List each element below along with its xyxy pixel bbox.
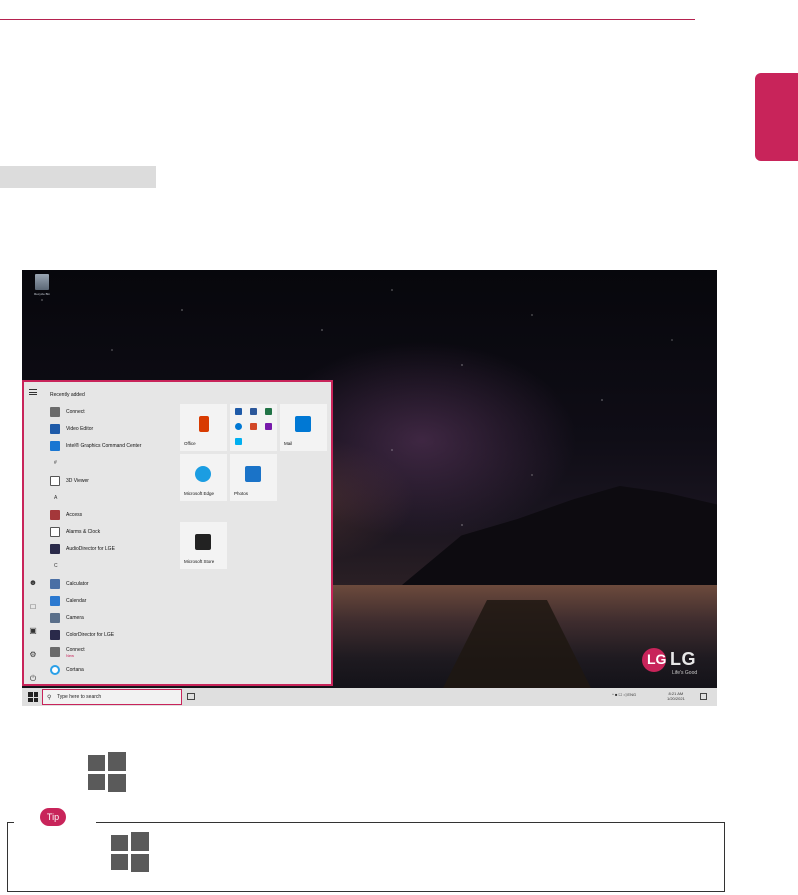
taskbar: ⚲ Type here to search ^ ■ ☐ ◁ ENG 8:21 A… [22, 688, 717, 706]
chapter-tab [755, 73, 798, 161]
tile-photos[interactable]: Photos [230, 454, 277, 501]
app-item-audiodirector[interactable]: AudioDirector for LGE [50, 541, 180, 558]
start-menu: ☻ □ ▣ ⚙ ⏻ Recently added Connect Video E… [22, 380, 333, 686]
section-letter-hash[interactable]: # [50, 455, 180, 472]
system-tray[interactable]: ^ ■ ☐ ◁ ENG [612, 692, 636, 697]
app-item-connect[interactable]: Connect [50, 403, 180, 420]
app-item-colordirector[interactable]: ColorDirector for LGE [50, 627, 180, 644]
power-icon[interactable]: ⏻ [28, 674, 38, 684]
camera-icon [50, 613, 60, 624]
documents-icon[interactable]: □ [28, 602, 38, 612]
hamburger-menu-icon[interactable] [29, 389, 37, 395]
app-item-alarms-clock[interactable]: Alarms & Clock [50, 524, 180, 541]
pictures-icon[interactable]: ▣ [28, 626, 38, 636]
skype-icon [235, 438, 242, 445]
app-item-cortana[interactable]: Cortana [50, 661, 180, 678]
recently-added-heading: Recently added [50, 391, 85, 398]
lg-tagline: Life's Good [672, 670, 698, 676]
start-menu-rail: ☻ □ ▣ ⚙ ⏻ [24, 382, 42, 684]
start-button[interactable] [28, 692, 38, 702]
tile-office-apps-group[interactable] [230, 404, 277, 451]
powerpoint-icon [250, 423, 257, 430]
intel-graphics-icon [50, 441, 60, 452]
tile-microsoft-store[interactable]: Microsoft Store [180, 522, 227, 569]
tile-microsoft-edge[interactable]: Microsoft Edge [180, 454, 227, 501]
trash-icon [35, 274, 49, 290]
windows-desktop-screenshot: Recycle Bin LG LG Life's Good ☻ □ ▣ ⚙ ⏻ … [22, 270, 717, 706]
user-icon[interactable]: ☻ [28, 578, 38, 588]
section-letter-c[interactable]: C [50, 558, 180, 575]
connect-icon [50, 647, 60, 658]
clock-icon [50, 527, 60, 538]
calculator-icon [50, 578, 60, 589]
section-heading-bar [0, 166, 156, 188]
app-list: Recently added Connect Video Editor Inte… [50, 386, 180, 678]
taskbar-clock[interactable]: 8:21 AM 1/20/2021 [667, 691, 685, 701]
task-view-icon[interactable] [187, 693, 195, 700]
outlook-icon [235, 408, 242, 415]
notification-center-icon[interactable] [700, 693, 707, 700]
app-item-intel-graphics[interactable]: Intel® Graphics Command Center [50, 438, 180, 455]
windows-logo-icon [88, 752, 126, 792]
colordirector-icon [50, 630, 60, 641]
onedrive-icon [235, 423, 242, 430]
office-icon [199, 416, 209, 432]
new-badge: New [66, 652, 75, 658]
calendar-icon [50, 595, 60, 606]
cortana-icon [50, 664, 60, 675]
app-item-3d-viewer[interactable]: 3D Viewer [50, 472, 180, 489]
photos-icon [245, 466, 261, 482]
tile-mail[interactable]: Mail [280, 404, 327, 451]
tile-office[interactable]: Office [180, 404, 227, 451]
store-icon [195, 534, 211, 550]
settings-gear-icon[interactable]: ⚙ [28, 650, 38, 660]
taskbar-search-box[interactable]: ⚲ Type here to search [42, 689, 182, 705]
app-item-calendar[interactable]: Calendar [50, 592, 180, 609]
desktop-icon-label: Recycle Bin [34, 292, 50, 296]
app-item-access[interactable]: Access [50, 506, 180, 523]
mail-icon [295, 416, 311, 432]
top-rule [0, 19, 695, 20]
edge-icon [195, 466, 211, 482]
cube-icon [50, 475, 60, 486]
word-icon [250, 408, 257, 415]
app-item-connect-new[interactable]: Connect New [50, 644, 180, 661]
windows-logo-icon [111, 832, 149, 872]
app-item-video-editor[interactable]: Video Editor [50, 420, 180, 437]
lg-mark: LG [642, 648, 666, 672]
app-item-camera[interactable]: Camera [50, 609, 180, 626]
onenote-icon [265, 423, 272, 430]
app-item-calculator[interactable]: Calculator [50, 575, 180, 592]
section-letter-a[interactable]: A [50, 489, 180, 506]
connect-icon [50, 406, 60, 417]
lg-logo: LG LG Life's Good [642, 648, 712, 678]
access-icon [50, 509, 60, 520]
lg-logo-text: LG [670, 649, 696, 669]
video-editor-icon [50, 423, 60, 434]
tip-badge: Tip [40, 808, 66, 826]
excel-icon [265, 408, 272, 415]
audiodirector-icon [50, 544, 60, 555]
search-icon: ⚲ [47, 695, 52, 701]
recycle-bin-icon[interactable]: Recycle Bin [28, 274, 56, 306]
